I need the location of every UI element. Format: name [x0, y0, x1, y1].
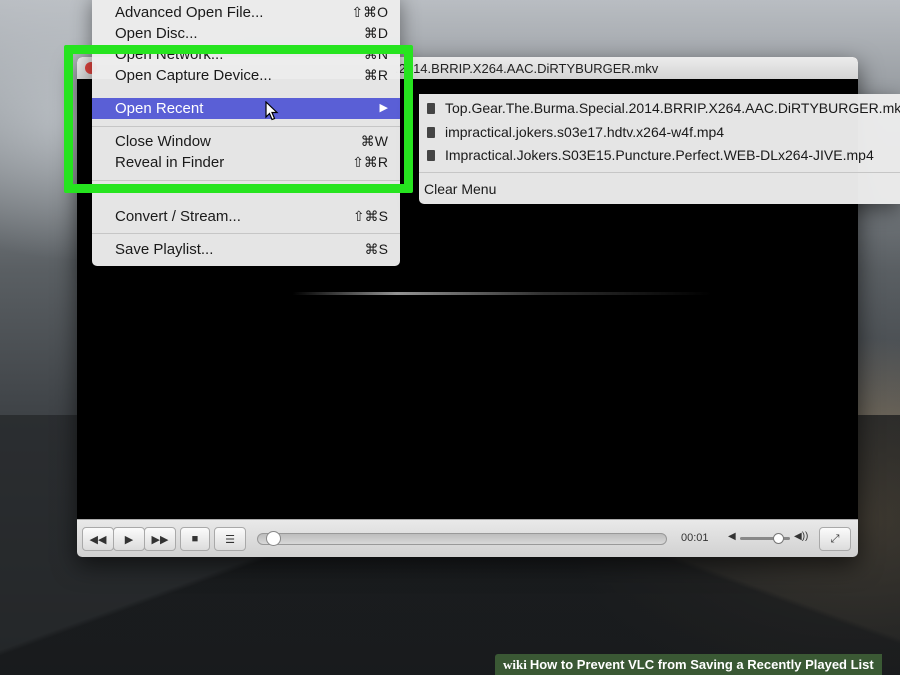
fullscreen-icon: ⤢	[830, 532, 840, 545]
menu-separator	[419, 172, 900, 173]
recent-item[interactable]: impractical.jokers.s03e17.hdtv.x264-w4f.…	[419, 122, 900, 143]
menu-item-open-disc[interactable]: Open Disc... ⌘D	[92, 23, 400, 44]
menu-item-save-playlist[interactable]: Save Playlist... ⌘S	[92, 239, 400, 260]
fullscreen-button[interactable]: ⤢	[819, 527, 851, 551]
menu-item-label: Convert / Stream...	[115, 208, 241, 225]
playlist-button[interactable]: ☰	[214, 527, 246, 551]
menu-item-label: Save Playlist...	[115, 241, 214, 258]
fast-forward-icon: ▶▶	[151, 533, 169, 546]
menu-separator	[92, 233, 400, 234]
menu-item-convert-stream[interactable]: Convert / Stream... ⇧⌘S	[92, 206, 400, 227]
window-title: .2014.BRRIP.X264.AAC.DiRTYBURGER.mkv	[395, 61, 659, 76]
menu-item-shortcut: ⌘D	[363, 25, 388, 41]
volume-high-icon: ◀))	[794, 531, 809, 542]
volume-low-icon: ◀	[728, 531, 736, 542]
playback-controls: ◀◀ ▶ ▶▶ ■ ☰ 00:01 ◀ ◀)) ⤢	[77, 519, 858, 557]
menu-item-label: Advanced Open File...	[115, 4, 264, 21]
tutorial-highlight-box	[64, 45, 413, 193]
menu-item-shortcut: ⇧⌘O	[351, 4, 388, 20]
watermark-brand: wiki	[503, 657, 527, 672]
rewind-icon: ◀◀	[89, 533, 107, 546]
watermark-title: How to Prevent VLC from Saving a Recentl…	[529, 657, 874, 672]
menu-item-shortcut: ⇧⌘S	[352, 208, 388, 224]
play-button[interactable]: ▶	[113, 527, 145, 551]
video-file-icon	[427, 150, 435, 161]
stop-icon: ■	[191, 533, 199, 545]
video-file-icon	[427, 127, 435, 138]
menu-item-label: Open Disc...	[115, 25, 198, 42]
video-frame-glint	[292, 292, 712, 295]
recent-item[interactable]: Impractical.Jokers.S03E15.Puncture.Perfe…	[419, 145, 900, 166]
seek-knob[interactable]	[265, 531, 281, 546]
seek-bar[interactable]	[257, 531, 667, 546]
recent-item[interactable]: Top.Gear.The.Burma.Special.2014.BRRIP.X2…	[419, 98, 900, 119]
menu-item-shortcut: ⌘S	[364, 241, 388, 257]
recent-item-label: impractical.jokers.s03e17.hdtv.x264-w4f.…	[445, 124, 725, 140]
open-recent-submenu: Top.Gear.The.Burma.Special.2014.BRRIP.X2…	[419, 94, 900, 204]
play-icon: ▶	[124, 533, 134, 546]
recent-item-label: Top.Gear.The.Burma.Special.2014.BRRIP.X2…	[445, 100, 900, 116]
rewind-button[interactable]: ◀◀	[82, 527, 114, 551]
recent-item-label: Impractical.Jokers.S03E15.Puncture.Perfe…	[445, 147, 874, 163]
stop-button[interactable]: ■	[180, 527, 210, 551]
elapsed-time: 00:01	[681, 532, 709, 544]
mouse-cursor-icon	[265, 101, 279, 121]
volume-slider[interactable]	[740, 533, 790, 544]
playlist-icon: ☰	[225, 533, 235, 546]
clear-menu-item[interactable]: Clear Menu	[419, 179, 900, 200]
menu-item-advanced-open-file[interactable]: Advanced Open File... ⇧⌘O	[92, 2, 400, 23]
fast-forward-button[interactable]: ▶▶	[144, 527, 176, 551]
volume-knob[interactable]	[772, 533, 784, 544]
video-file-icon	[427, 103, 435, 114]
clear-menu-label: Clear Menu	[424, 181, 497, 197]
wikihow-watermark: wiki How to Prevent VLC from Saving a Rec…	[495, 654, 882, 675]
